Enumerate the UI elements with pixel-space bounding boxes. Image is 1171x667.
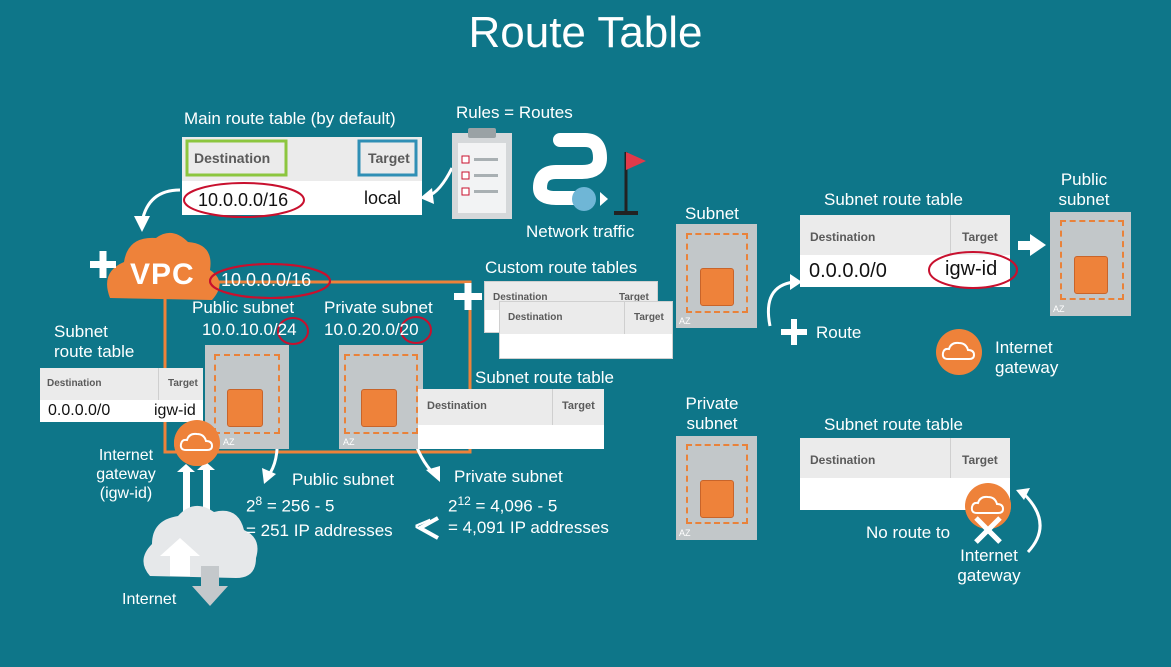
public-subnet-cidr: 10.0.10.0/24 <box>202 320 297 339</box>
main-dest-header: Destination <box>194 150 271 166</box>
custom-tables-caption: Custom route tables <box>485 258 638 277</box>
clipboard-icon <box>452 128 512 219</box>
main-table-caption: Main route table (by default) <box>184 109 396 128</box>
public-subnet-title: Public subnet <box>192 298 295 317</box>
ec2-instance-icon <box>1074 256 1108 294</box>
public-subnet-right-box: AZ <box>1050 212 1131 316</box>
private-subnet-cidr: 10.0.20.0/20 <box>324 320 419 339</box>
custom-route-table-front: Destination Target <box>499 301 673 359</box>
vpc-label: VPC <box>130 258 195 291</box>
route-label: Route <box>816 323 862 342</box>
internet-label: Internet <box>122 591 177 608</box>
left-dest-header: Destination <box>47 378 102 389</box>
right-subnet-box: AZ <box>676 224 757 328</box>
right-subnet-label: Subnet <box>685 204 739 223</box>
main-target: local <box>364 188 402 208</box>
private-subnet-right-label: Private subnet <box>685 394 739 434</box>
private-subnet-right-box: AZ <box>676 436 757 540</box>
public-calc-title: Public subnet <box>292 470 395 489</box>
private-calc-title: Private subnet <box>454 467 563 486</box>
main-destination: 10.0.0.0/16 <box>198 190 289 210</box>
right-table-caption: Subnet route table <box>824 190 963 209</box>
rules-routes-label: Rules = Routes <box>456 103 573 122</box>
bottom-igw-label: Internet gateway <box>957 546 1021 586</box>
ec2-instance-icon <box>700 268 734 306</box>
arrow-no-route <box>1022 492 1042 554</box>
right-dest-header: Destination <box>810 230 876 244</box>
vpc-cidr: 10.0.0.0/16 <box>221 270 312 290</box>
public-mask: 24 <box>277 320 297 339</box>
private-calc-line1: 212 = 4,096 - 5 <box>448 494 558 516</box>
left-destination: 0.0.0.0/0 <box>48 402 111 419</box>
ec2-instance-icon <box>227 389 263 427</box>
right-igw-icon <box>936 329 982 375</box>
left-table-caption: Subnet route table <box>54 322 135 362</box>
private-route-table: Destination Target <box>418 389 604 449</box>
public-subnet-right-label: Public subnet <box>1058 170 1110 210</box>
right-igw-label: Internet gateway <box>995 338 1059 378</box>
public-calc-line1: 28 = 256 - 5 <box>246 494 335 516</box>
private-route-table-caption: Subnet route table <box>475 368 614 387</box>
left-igw-label: Internet gateway (igw-id) <box>96 447 156 503</box>
ec2-instance-icon <box>361 389 397 427</box>
bottom-route-table: Destination Target <box>800 438 1010 510</box>
main-route-table: Destination Target 10.0.0.0/16 local <box>182 137 422 215</box>
network-traffic-label: Network traffic <box>526 222 635 241</box>
right-route-table: Destination Target 0.0.0.0/0 igw-id <box>800 215 1010 287</box>
ec2-instance-icon <box>700 480 734 518</box>
network-path-icon <box>532 133 646 215</box>
private-calc-line2: = 4,091 IP addresses <box>448 518 609 537</box>
compare-symbol: < <box>414 510 432 543</box>
left-target-header: Target <box>168 378 198 389</box>
right-target: igw-id <box>945 258 998 280</box>
left-route-table: Destination Target 0.0.0.0/0 igw-id <box>40 368 203 422</box>
arrow-to-public-subnet <box>1018 234 1046 256</box>
no-route-label: No route to <box>866 523 951 542</box>
plus-custom-icon <box>454 283 482 310</box>
private-subnet-title: Private subnet <box>324 298 433 317</box>
public-subnet-box: AZ <box>205 345 289 449</box>
right-destination: 0.0.0.0/0 <box>809 260 887 282</box>
private-subnet-box: AZ <box>339 345 423 449</box>
plus-route-icon <box>781 319 807 345</box>
main-target-header: Target <box>368 150 410 166</box>
bottom-table-caption: Subnet route table <box>824 415 963 434</box>
right-target-header: Target <box>962 230 998 244</box>
left-target: igw-id <box>154 402 196 419</box>
private-mask: 20 <box>399 320 419 339</box>
public-calc-line2: = 251 IP addresses <box>246 521 393 540</box>
